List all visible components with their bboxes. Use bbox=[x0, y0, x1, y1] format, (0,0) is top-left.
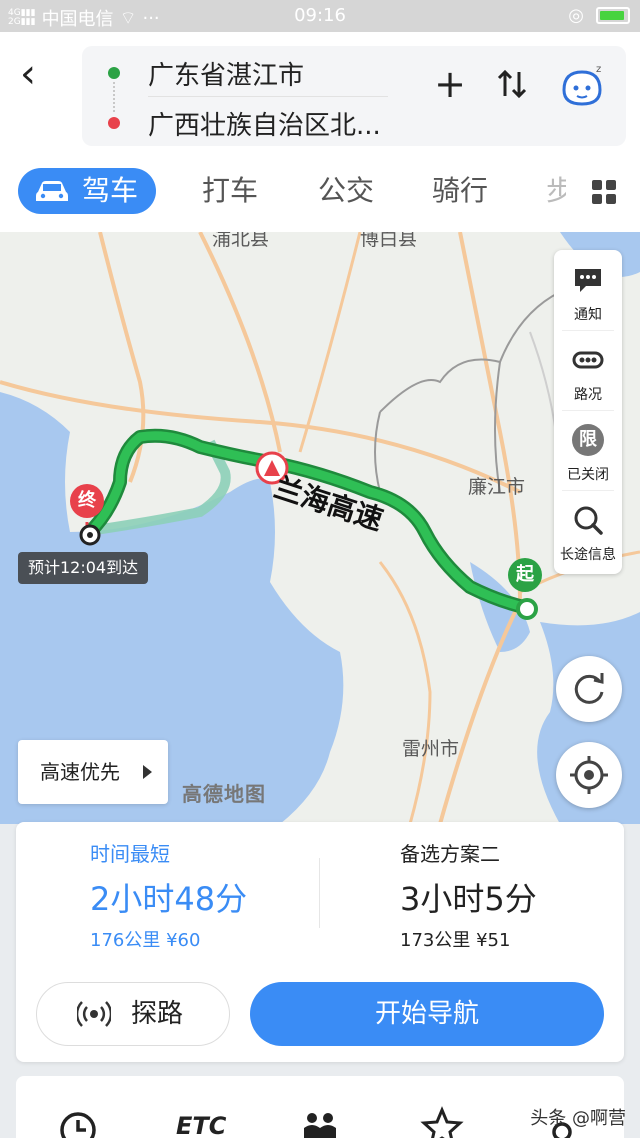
source-credit: 头条 @啊营 bbox=[530, 1108, 626, 1129]
caret-right-icon bbox=[143, 765, 152, 779]
notice-label: 通知 bbox=[574, 307, 602, 323]
etc-button[interactable]: ETC bbox=[176, 1106, 236, 1138]
plan-2-meta: 173公里 ¥51 bbox=[400, 930, 511, 951]
plan-2-tag: 备选方案二 bbox=[400, 842, 500, 866]
swap-icon[interactable] bbox=[494, 66, 530, 102]
plan-divider bbox=[319, 858, 320, 928]
assistant-avatar-icon[interactable]: z bbox=[558, 60, 606, 108]
clock-icon[interactable] bbox=[56, 1106, 100, 1138]
tab-bike[interactable]: 骑行 bbox=[432, 168, 488, 214]
crosshair-icon bbox=[570, 756, 608, 794]
location-icon: ◎ bbox=[568, 5, 584, 26]
route-plan-card: 时间最短 2小时48分 176公里 ¥60 备选方案二 3小时5分 173公里 … bbox=[16, 822, 624, 1062]
plan-1-tag: 时间最短 bbox=[90, 842, 170, 866]
tab-walk[interactable]: 步 bbox=[546, 168, 566, 214]
label-city-leizhou: 雷州市 bbox=[402, 738, 460, 760]
car-icon bbox=[36, 181, 68, 201]
tab-taxi[interactable]: 打车 bbox=[202, 168, 258, 214]
start-location: 广东省湛江市 bbox=[148, 60, 305, 91]
restriction-button[interactable]: 限 已关闭 bbox=[554, 410, 622, 490]
start-pin[interactable]: 起 bbox=[508, 558, 542, 592]
restriction-label: 已关闭 bbox=[567, 467, 609, 483]
route-preference-label: 高速优先 bbox=[40, 760, 120, 784]
broadcast-icon bbox=[77, 1001, 111, 1027]
plan-2-duration: 3小时5分 bbox=[400, 880, 537, 918]
traffic-label: 路况 bbox=[574, 387, 602, 403]
explore-route-button[interactable]: 探路 bbox=[36, 982, 230, 1046]
map-watermark: 高德地图 bbox=[182, 782, 266, 806]
battery-icon bbox=[596, 7, 630, 24]
locate-button[interactable] bbox=[556, 742, 622, 808]
eta-tag: 预计12:04到达 bbox=[18, 552, 149, 584]
plan-1-duration: 2小时48分 bbox=[90, 880, 248, 918]
label-city-lianjiang: 廉江市 bbox=[468, 476, 526, 498]
transport-tabs: 驾车 打车 公交 骑行 步 bbox=[0, 162, 640, 222]
start-dot-icon bbox=[108, 67, 120, 79]
map-view[interactable]: 浦北县 博白县 廉江市 雷州市 兰海高速 终 起 预计12:04到达 通知 路况… bbox=[0, 232, 640, 824]
map-canvas bbox=[0, 232, 640, 824]
status-bar: 4G▮▮▮ 2G▮▮▮ 中国电信 ⌔ ··· 09:16 ◎ bbox=[0, 0, 640, 32]
tab-drive-label: 驾车 bbox=[82, 174, 139, 207]
tab-bus[interactable]: 公交 bbox=[318, 168, 374, 214]
explore-label: 探路 bbox=[131, 999, 184, 1029]
route-divider bbox=[148, 96, 388, 97]
plan-option-2[interactable]: 备选方案二 3小时5分 173公里 ¥51 bbox=[400, 822, 620, 962]
end-field[interactable]: 广西壮族自治区北... bbox=[82, 98, 412, 148]
refresh-button[interactable] bbox=[556, 656, 622, 722]
search-icon bbox=[574, 506, 603, 535]
plan-1-meta: 176公里 ¥60 bbox=[90, 930, 201, 951]
route-input-box: 广东省湛江市 广西壮族自治区北... + z bbox=[82, 46, 626, 146]
map-side-panel: 通知 路况 限 已关闭 长途信息 bbox=[554, 250, 622, 574]
notice-button[interactable]: 通知 bbox=[554, 250, 622, 330]
start-navigation-button[interactable]: 开始导航 bbox=[250, 982, 604, 1046]
end-pin[interactable]: 终 bbox=[70, 484, 104, 518]
long-route-label: 长途信息 bbox=[560, 547, 616, 563]
back-button[interactable]: ‹ bbox=[20, 54, 60, 96]
people-icon[interactable] bbox=[298, 1106, 342, 1138]
message-icon bbox=[575, 269, 601, 292]
long-route-button[interactable]: 长途信息 bbox=[554, 490, 622, 570]
refresh-icon bbox=[574, 673, 604, 704]
route-preference-button[interactable]: 高速优先 bbox=[18, 740, 168, 804]
svg-text:z: z bbox=[596, 64, 601, 75]
start-field[interactable]: 广东省湛江市 bbox=[82, 48, 412, 98]
label-county-left: 浦北县 bbox=[212, 232, 270, 250]
more-modes-icon[interactable] bbox=[592, 180, 616, 204]
plan-option-1[interactable]: 时间最短 2小时48分 176公里 ¥60 bbox=[90, 822, 316, 962]
traffic-button[interactable]: 路况 bbox=[554, 330, 622, 410]
clock: 09:16 bbox=[294, 5, 346, 26]
restriction-icon: 限 bbox=[572, 424, 604, 456]
route-header: ‹ 广东省湛江市 广西壮族自治区北... + z 驾车 打车 公交 骑行 步 bbox=[0, 32, 640, 232]
add-waypoint-button[interactable]: + bbox=[434, 64, 466, 104]
star-icon[interactable] bbox=[420, 1106, 464, 1138]
traffic-icon bbox=[572, 351, 604, 369]
end-dot-icon bbox=[108, 117, 120, 129]
tab-drive[interactable]: 驾车 bbox=[18, 168, 156, 214]
label-county-right: 博白县 bbox=[360, 232, 418, 250]
end-location: 广西壮族自治区北... bbox=[148, 110, 381, 141]
